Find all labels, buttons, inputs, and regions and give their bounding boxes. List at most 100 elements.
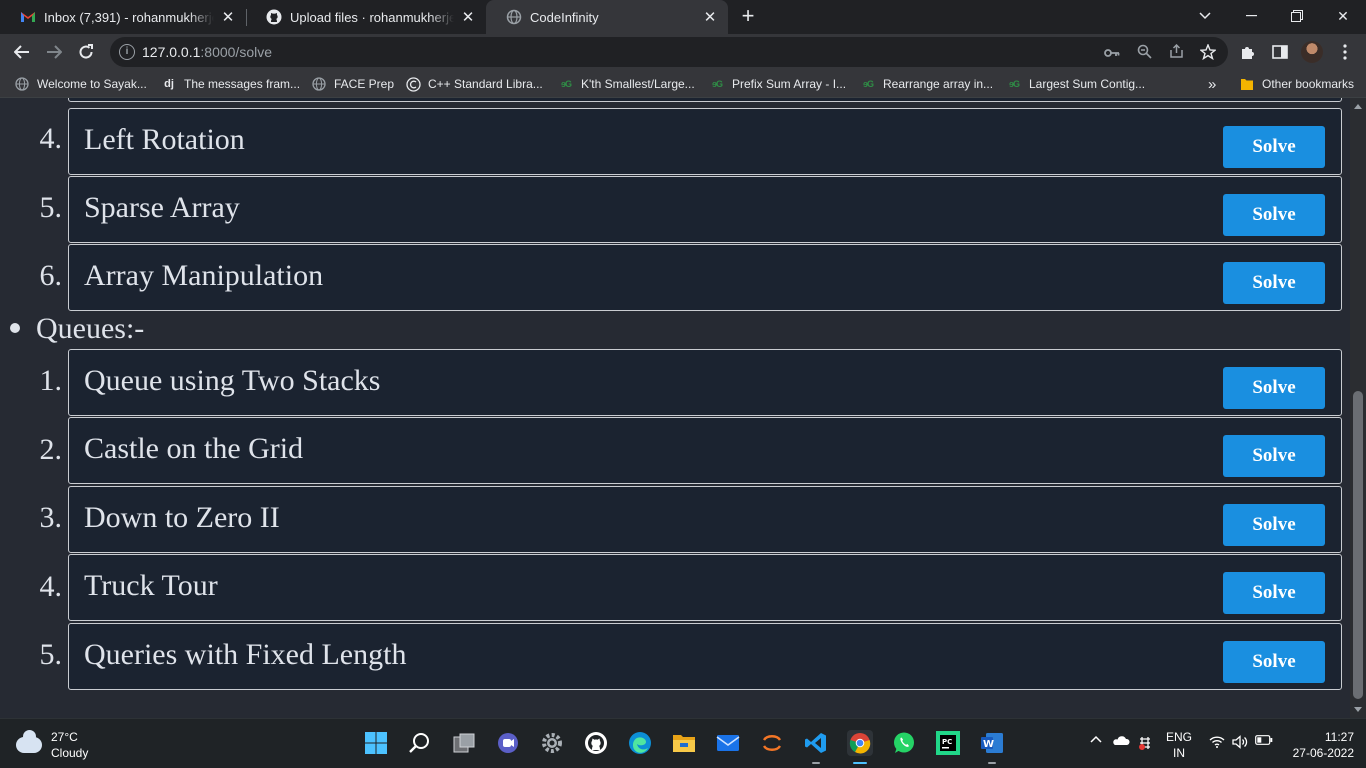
list-number: 4.: [39, 122, 63, 155]
tab-strip: Inbox (7,391) - rohanmukherjee5 ✕ Upload…: [0, 0, 1366, 34]
solve-button[interactable]: Solve: [1223, 504, 1325, 546]
bookmarks-overflow-button[interactable]: »: [1208, 75, 1216, 93]
scroll-down-arrow-icon[interactable]: [1354, 707, 1362, 712]
problem-title: Down to Zero II: [84, 501, 280, 534]
problem-card: Down to Zero II Solve: [68, 486, 1342, 553]
tab-gmail[interactable]: Inbox (7,391) - rohanmukherjee5 ✕: [0, 0, 246, 34]
problem-title: Truck Tour: [84, 569, 218, 602]
bookmark-item[interactable]: ɘG Largest Sum Contig...: [1006, 75, 1145, 93]
bookmark-label: C++ Standard Libra...: [428, 77, 543, 91]
close-tab-icon[interactable]: ✕: [458, 7, 478, 27]
github-desktop-icon[interactable]: [583, 730, 609, 756]
problem-card: Sparse Array Solve: [68, 176, 1342, 243]
solve-button[interactable]: Solve: [1223, 572, 1325, 614]
task-view-icon[interactable]: [451, 730, 477, 756]
word-icon[interactable]: W: [979, 730, 1005, 764]
problem-card: Array Manipulation Solve: [68, 244, 1342, 311]
new-tab-button[interactable]: +: [736, 5, 760, 29]
scrollbar-thumb[interactable]: [1353, 391, 1363, 699]
solve-button[interactable]: Solve: [1223, 435, 1325, 477]
bookmark-item[interactable]: Welcome to Sayak...: [14, 75, 147, 93]
file-explorer-icon[interactable]: [671, 730, 697, 756]
tab-search-chevron-icon[interactable]: [1182, 0, 1228, 32]
show-hidden-icons-chevron-icon[interactable]: [1088, 735, 1104, 743]
bookmark-label: Welcome to Sayak...: [37, 77, 147, 91]
edge-icon[interactable]: [627, 730, 653, 756]
problem-title: Left Rotation: [84, 123, 245, 156]
solve-button[interactable]: Solve: [1223, 367, 1325, 409]
network-app-tray-icon[interactable]: [1135, 735, 1155, 751]
gmail-icon: [20, 9, 36, 25]
tab-github[interactable]: Upload files · rohanmukherjee/co ✕: [246, 0, 486, 34]
windows-start-icon[interactable]: [363, 730, 389, 756]
close-tab-icon[interactable]: ✕: [700, 7, 720, 27]
site-info-icon[interactable]: i: [119, 44, 135, 60]
side-panel-icon[interactable]: [1268, 40, 1292, 64]
clock-time: 11:27: [1324, 730, 1354, 744]
vertical-scrollbar[interactable]: [1350, 98, 1366, 718]
bookmark-item[interactable]: FACE Prep: [311, 75, 394, 93]
problem-card: Queue using Two Stacks Solve: [68, 349, 1342, 416]
jupyter-icon[interactable]: [759, 730, 785, 756]
gfg-icon: ɘG: [862, 79, 874, 89]
bookmark-item[interactable]: ɘG Prefix Sum Array - I...: [709, 75, 846, 93]
forward-button[interactable]: [40, 38, 68, 66]
volume-icon[interactable]: [1231, 735, 1249, 749]
share-icon[interactable]: [1167, 43, 1185, 62]
solve-button[interactable]: Solve: [1223, 194, 1325, 236]
more-menu-icon[interactable]: [1333, 40, 1357, 64]
close-window-button[interactable]: ✕: [1320, 0, 1366, 32]
problem-title: Queries with Fixed Length: [84, 638, 407, 671]
mail-icon[interactable]: [715, 730, 741, 756]
region-code: IN: [1173, 746, 1185, 760]
bookmarks-bar: Welcome to Sayak... dj The messages fram…: [0, 70, 1366, 98]
weather-condition: Cloudy: [51, 746, 89, 760]
zoom-icon[interactable]: [1135, 44, 1153, 62]
solve-button[interactable]: Solve: [1223, 126, 1325, 168]
pycharm-icon[interactable]: PC: [935, 730, 961, 756]
url-text[interactable]: 127.0.0.1:8000/solve: [142, 44, 272, 60]
solve-button[interactable]: Solve: [1223, 641, 1325, 683]
list-number: 2.: [39, 433, 63, 466]
solve-button[interactable]: Solve: [1223, 262, 1325, 304]
whatsapp-icon[interactable]: [891, 730, 917, 756]
problem-title: Array Manipulation: [84, 259, 324, 292]
profile-avatar[interactable]: [1301, 41, 1323, 63]
problem-card: [68, 98, 1342, 102]
bookmark-item[interactable]: C++ Standard Libra...: [405, 75, 543, 93]
list-number: 4.: [39, 570, 63, 603]
weather-widget[interactable]: 27°C Cloudy: [16, 729, 88, 761]
restore-button[interactable]: [1274, 0, 1320, 32]
bookmark-star-icon[interactable]: [1199, 43, 1217, 62]
search-icon[interactable]: [407, 730, 433, 756]
vscode-icon[interactable]: [803, 730, 829, 764]
scroll-up-arrow-icon[interactable]: [1354, 104, 1362, 109]
tab-codeinfinity[interactable]: CodeInfinity ✕: [486, 0, 728, 34]
address-bar[interactable]: i 127.0.0.1:8000/solve: [110, 37, 1228, 67]
language-code: ENG: [1165, 730, 1192, 744]
wifi-icon[interactable]: [1208, 735, 1226, 748]
clock[interactable]: 11:27 27-06-2022: [1284, 729, 1354, 761]
bookmark-label: Prefix Sum Array - I...: [732, 77, 847, 91]
bookmark-label: Other bookmarks: [1262, 77, 1355, 91]
key-icon[interactable]: [1103, 44, 1121, 62]
language-indicator[interactable]: ENG IN: [1162, 729, 1196, 761]
minimize-button[interactable]: [1228, 0, 1274, 32]
problem-title: Queue using Two Stacks: [84, 364, 381, 397]
back-button[interactable]: [8, 38, 36, 66]
onedrive-cloud-icon[interactable]: [1111, 735, 1131, 746]
bookmark-item[interactable]: ɘG K'th Smallest/Large...: [558, 75, 695, 93]
bookmark-item[interactable]: dj The messages fram...: [161, 75, 300, 93]
teams-chat-icon[interactable]: [495, 730, 521, 756]
close-tab-icon[interactable]: ✕: [218, 7, 238, 27]
reload-button[interactable]: [72, 38, 100, 66]
battery-icon[interactable]: [1254, 735, 1274, 745]
extensions-puzzle-icon[interactable]: [1236, 40, 1260, 64]
bookmark-label: Largest Sum Contig...: [1029, 77, 1146, 91]
dj-icon: dj: [164, 78, 174, 90]
settings-icon[interactable]: [539, 730, 565, 756]
other-bookmarks-folder[interactable]: Other bookmarks: [1239, 75, 1354, 93]
svg-text:W: W: [983, 739, 994, 750]
bookmark-item[interactable]: ɘG Rearrange array in...: [860, 75, 993, 93]
chrome-icon[interactable]: [847, 730, 873, 764]
